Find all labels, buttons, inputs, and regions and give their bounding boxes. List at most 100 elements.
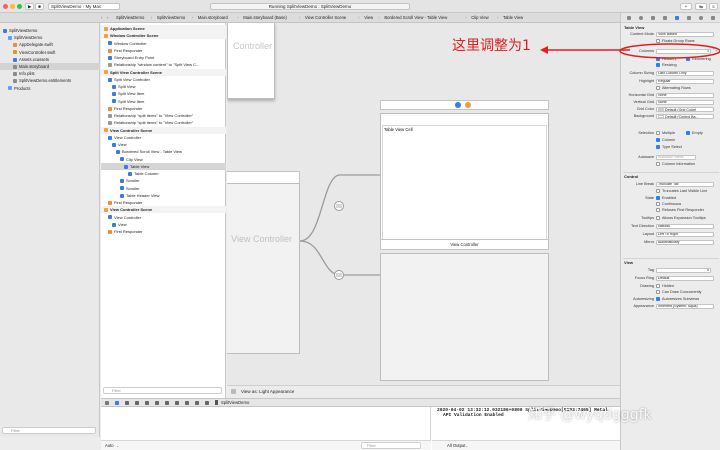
navigator-item[interactable]: ViewController.swift <box>0 49 100 56</box>
breadcrumb-item[interactable]: SplitViewDemo <box>157 15 185 21</box>
focus-ring-select[interactable]: Default <box>656 276 714 281</box>
outline-item[interactable]: View <box>101 221 226 228</box>
grid-color-select[interactable]: Default (Grid Color) <box>656 107 714 112</box>
forward-button[interactable]: › <box>107 15 108 21</box>
back-button[interactable]: ‹ <box>101 15 102 21</box>
size-inspector-icon[interactable] <box>687 16 691 20</box>
view-controller-dock[interactable] <box>380 100 549 110</box>
view-controller-title-bar[interactable]: View Controller <box>380 239 549 250</box>
autoresizes-subviews-checkbox[interactable] <box>656 297 660 301</box>
line-break-select[interactable]: Truncate Tail <box>656 182 714 187</box>
navigator-item[interactable]: Info.plist <box>0 70 100 77</box>
outline-item[interactable]: Relationship "split items" to "View Cont… <box>101 119 226 126</box>
auto-selector[interactable]: Auto <box>105 443 114 448</box>
mirror-select[interactable]: Automatically <box>656 240 714 245</box>
breadcrumb-item[interactable]: SplitViewDemo <box>116 15 144 21</box>
column-checkbox[interactable] <box>656 138 660 142</box>
breadcrumb-item[interactable]: Main.storyboard <box>198 15 228 21</box>
step-over-icon[interactable] <box>135 401 139 405</box>
outline-item[interactable]: Bordered Scroll View - Table View <box>101 148 226 155</box>
location-icon[interactable] <box>195 401 199 405</box>
auto-selector-chevron-icon[interactable]: ⌄ <box>116 443 120 448</box>
bindings-inspector-icon[interactable] <box>711 16 715 20</box>
minimize-window-button[interactable] <box>10 4 15 9</box>
outline-item[interactable]: Table Column <box>101 170 226 177</box>
breadcrumb-item[interactable]: Main.storyboard (Base) <box>243 15 287 21</box>
outline-item[interactable]: Storyboard Entry Point <box>101 54 226 61</box>
alternating-rows-checkbox[interactable] <box>656 86 660 90</box>
highlight-select[interactable]: Regular <box>656 79 714 84</box>
breadcrumb-item[interactable]: Clip View <box>471 15 488 21</box>
breakpoints-icon[interactable] <box>115 401 119 405</box>
multiple-checkbox[interactable] <box>656 131 660 135</box>
breadcrumb-item[interactable]: Table View <box>503 15 523 21</box>
variables-filter-field[interactable]: Filter <box>361 442 421 449</box>
breadcrumb-item[interactable]: View Controller Scene <box>305 15 346 21</box>
run-button[interactable]: ▶ <box>25 3 34 10</box>
content-mode-select[interactable]: View Based <box>656 32 714 37</box>
headers-checkbox[interactable] <box>656 57 660 61</box>
outline-item[interactable]: First Responder <box>101 105 226 112</box>
outline-item[interactable]: Split View Controller <box>101 76 226 83</box>
output-selector[interactable]: All Output <box>447 443 465 448</box>
outline-item[interactable]: Split View Item <box>101 90 226 97</box>
empty-checkbox[interactable] <box>686 131 690 135</box>
floats-group-rows-checkbox[interactable] <box>656 39 660 43</box>
navigator-item[interactable]: Products <box>0 85 100 92</box>
outline-item[interactable]: Scroller <box>101 177 226 184</box>
navigator-item[interactable]: SplitViewDemo.entitlements <box>0 77 100 84</box>
outline-scene-header[interactable]: Application Scene <box>101 25 226 32</box>
pause-icon[interactable] <box>125 401 129 405</box>
debug-target-label[interactable]: SplitViewDemo <box>221 400 249 406</box>
vertical-grid-select[interactable]: None <box>656 100 714 105</box>
view-controller-icon[interactable] <box>455 102 461 108</box>
outline-scene-header[interactable]: Split View Controller Scene <box>101 68 226 76</box>
editor-options-button[interactable]: ≡ <box>709 3 718 10</box>
connections-inspector-icon[interactable] <box>699 16 703 20</box>
outline-item[interactable]: View <box>101 141 226 148</box>
file-inspector-icon[interactable] <box>627 16 631 20</box>
hide-debug-area-icon[interactable] <box>105 401 109 405</box>
attributes-inspector-icon[interactable] <box>675 16 679 20</box>
enabled-checkbox[interactable] <box>656 196 660 200</box>
storyboard-canvas[interactable]: Controller View Controller Table View Ce… <box>227 23 620 398</box>
thread-icon[interactable] <box>205 401 209 405</box>
view-debugger-icon[interactable] <box>165 401 169 405</box>
outline-item[interactable]: Split View Item <box>101 98 226 105</box>
outline-item[interactable]: Clip View <box>101 156 226 163</box>
column-sizing-select[interactable]: Last Column Only <box>656 71 714 76</box>
outline-item[interactable]: View Controller <box>101 214 226 221</box>
memory-graph-icon[interactable] <box>175 401 179 405</box>
navigator-item[interactable]: Main.storyboard <box>0 63 100 70</box>
allows-expansion-checkbox[interactable] <box>656 216 660 220</box>
outline-item[interactable]: First Responder <box>101 47 226 54</box>
reordering-checkbox[interactable] <box>686 57 690 61</box>
table-view-controller-frame[interactable]: Table View Cell <box>380 113 549 249</box>
identity-inspector-icon[interactable] <box>663 16 667 20</box>
outline-item[interactable]: First Responder <box>101 228 226 235</box>
columns-stepper[interactable]: ⌃⌄ <box>712 48 718 55</box>
outline-item[interactable]: First Responder <box>101 199 226 206</box>
outline-scene-header[interactable]: View Controller Scene <box>101 126 226 134</box>
outline-filter-field[interactable]: Filter <box>103 387 222 394</box>
navigator-item[interactable]: AppDelegate.swift <box>0 41 100 48</box>
stop-button[interactable]: ■ <box>35 3 44 10</box>
refuses-first-responder-checkbox[interactable] <box>656 208 660 212</box>
truncates-last-checkbox[interactable] <box>656 189 660 193</box>
hidden-checkbox[interactable] <box>656 284 660 288</box>
navigator-filter-field[interactable]: Filter <box>2 427 96 434</box>
text-direction-select[interactable]: Natural <box>656 224 714 229</box>
close-window-button[interactable] <box>3 4 8 9</box>
type-select-checkbox[interactable] <box>656 145 660 149</box>
step-out-icon[interactable] <box>155 401 159 405</box>
device-config-icon[interactable] <box>231 389 236 394</box>
outline-item[interactable]: Scroller <box>101 185 226 192</box>
zoom-window-button[interactable] <box>17 4 22 9</box>
environment-icon[interactable] <box>185 401 189 405</box>
appearance-select[interactable]: Inherited (System, Aqua) <box>656 304 714 309</box>
tag-field[interactable]: 0 <box>656 268 711 273</box>
history-inspector-icon[interactable] <box>639 16 643 20</box>
output-selector-chevron-icon[interactable]: ⌄ <box>465 443 469 448</box>
step-in-icon[interactable] <box>145 401 149 405</box>
horizontal-grid-select[interactable]: None <box>656 93 714 98</box>
